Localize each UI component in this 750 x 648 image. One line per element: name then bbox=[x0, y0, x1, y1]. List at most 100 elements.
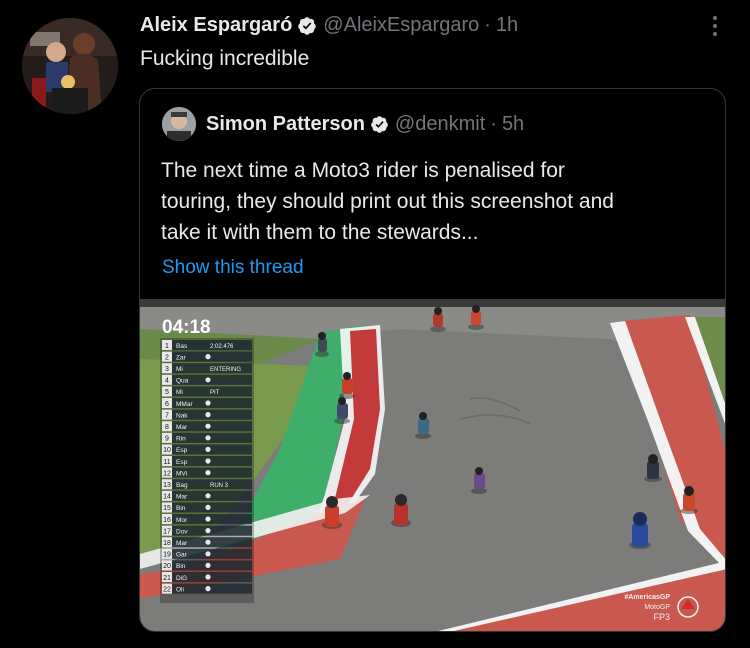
standings-row: 21 DiG bbox=[162, 572, 252, 583]
tweet-timestamp[interactable]: 1h bbox=[496, 14, 518, 37]
standings-position: 19 bbox=[163, 552, 171, 559]
standings-rider: Mar bbox=[176, 424, 188, 431]
separator-dot: · bbox=[490, 113, 497, 135]
standings-position: 22 bbox=[163, 586, 171, 593]
standings-position: 7 bbox=[165, 412, 169, 419]
logo-session: FP3 bbox=[653, 612, 670, 622]
standings-row: 14 Mar bbox=[162, 490, 252, 501]
standings-row: 17 Dov bbox=[162, 525, 252, 536]
standings-row: 15 Bin bbox=[162, 502, 252, 513]
standings-position: 6 bbox=[165, 401, 169, 408]
standings-row: 2 Zar bbox=[162, 351, 252, 362]
tyre-icon bbox=[205, 458, 211, 464]
quoted-tweet-header: Simon Patterson @denkmit · 5h bbox=[206, 113, 524, 136]
quoted-avatar-photo bbox=[162, 107, 196, 141]
tweet-header: Aleix Espargaró @AleixEspargaro · 1h bbox=[140, 14, 518, 37]
quoted-tweet-text: The next time a Moto3 rider is penalised… bbox=[161, 159, 614, 244]
standings-rider: Bin bbox=[176, 505, 186, 512]
standings-status: PIT bbox=[210, 390, 220, 396]
separator-dot: · bbox=[484, 14, 491, 36]
logo-motogp: MotoGP bbox=[644, 604, 670, 611]
standings-rider: DiG bbox=[176, 575, 187, 582]
standings-position: 10 bbox=[163, 447, 171, 454]
standings-row: 6 MMar bbox=[162, 398, 252, 409]
standings-rider: Mi bbox=[176, 389, 183, 396]
tyre-icon bbox=[205, 412, 211, 418]
standings-row: 20 Bin bbox=[162, 560, 252, 571]
avatar-photo bbox=[22, 18, 118, 114]
standings-row: 19 Gar bbox=[162, 548, 252, 559]
standings-position: 12 bbox=[163, 470, 171, 477]
tyre-icon bbox=[205, 493, 211, 499]
standings-position: 18 bbox=[163, 540, 171, 547]
tyre-icon bbox=[205, 377, 211, 383]
standings-row: 18 Mar bbox=[162, 537, 252, 548]
standings-row: 3 Mi ENTERING bbox=[162, 363, 252, 374]
tyre-icon bbox=[205, 562, 211, 568]
standings-rider: Esp bbox=[176, 459, 188, 466]
standings-rider: Mi bbox=[176, 366, 183, 373]
standings-rider: Gar bbox=[176, 552, 188, 559]
standings-position: 3 bbox=[165, 366, 169, 373]
quoted-tweet[interactable]: Simon Patterson @denkmit · 5h The next t… bbox=[139, 88, 726, 632]
author-name[interactable]: Aleix Espargaró bbox=[140, 14, 292, 37]
logo-hashtag: #AmericasGP bbox=[624, 594, 670, 601]
standings-position: 9 bbox=[165, 436, 169, 443]
standings-row: 13 Bag RUN 3 bbox=[162, 479, 252, 490]
standings-row: 22 Oli bbox=[162, 583, 252, 594]
standings-status: RUN 3 bbox=[210, 483, 229, 489]
standings-position: 16 bbox=[163, 517, 171, 524]
tyre-icon bbox=[205, 400, 211, 406]
author-avatar[interactable] bbox=[22, 18, 118, 114]
standings-row: 10 Esp bbox=[162, 444, 252, 455]
standings-rider: Bag bbox=[176, 482, 188, 489]
author-handle[interactable]: @AleixEspargaro bbox=[323, 14, 479, 37]
standings-row: 5 Mi PIT bbox=[162, 386, 252, 397]
verified-badge-icon bbox=[298, 16, 317, 35]
standings-rider: Dov bbox=[176, 528, 188, 535]
standings-rider: MVi bbox=[176, 470, 187, 477]
quoted-author-name[interactable]: Simon Patterson bbox=[206, 113, 365, 136]
standings-position: 13 bbox=[163, 482, 171, 489]
standings-row: 11 Esp bbox=[162, 456, 252, 467]
standings-row: 12 MVi bbox=[162, 467, 252, 478]
tyre-icon bbox=[205, 516, 211, 522]
standings-position: 11 bbox=[163, 459, 170, 466]
more-options-icon[interactable] bbox=[704, 12, 726, 40]
tyre-icon bbox=[205, 586, 211, 592]
quoted-author-avatar[interactable] bbox=[162, 107, 196, 141]
standings-rider: Mar bbox=[176, 494, 188, 501]
standings-position: 8 bbox=[165, 424, 169, 431]
tyre-icon bbox=[205, 528, 211, 534]
session-timer: 04:18 bbox=[162, 317, 211, 338]
standings-row: 16 Mor bbox=[162, 514, 252, 525]
standings-status: ENTERING bbox=[210, 367, 241, 373]
tyre-icon bbox=[205, 539, 211, 545]
show-thread-link[interactable]: Show this thread bbox=[162, 257, 304, 279]
standings-rider: Oli bbox=[176, 586, 184, 593]
standings-position: 1 bbox=[165, 343, 169, 350]
standings-rider: Qua bbox=[176, 378, 189, 385]
standings-position: 20 bbox=[163, 563, 171, 570]
tyre-icon bbox=[205, 446, 211, 452]
quoted-timestamp[interactable]: 5h bbox=[502, 113, 524, 136]
standings-position: 4 bbox=[165, 378, 169, 385]
tyre-icon bbox=[205, 354, 211, 360]
standings-rider: Bin bbox=[176, 563, 186, 570]
standings-rider: Mor bbox=[176, 517, 188, 524]
standings-rider: Bas bbox=[176, 343, 188, 350]
standings-rider: Esp bbox=[176, 447, 188, 454]
standings-row: 9 Rin bbox=[162, 432, 252, 443]
tyre-icon bbox=[205, 574, 211, 580]
standings-row: 4 Qua bbox=[162, 374, 252, 385]
standings-row: 8 Mar bbox=[162, 421, 252, 432]
quoted-author-handle[interactable]: @denkmit bbox=[395, 113, 485, 136]
standings-rider: MMar bbox=[176, 401, 193, 408]
race-screenshot-image[interactable]: 04:18 1 Bas 2:02.476 2 Zar 3 Mi ENTERING 4 Qua 5 Mi… bbox=[140, 299, 725, 631]
standings-row: 1 Bas 2:02.476 bbox=[162, 340, 252, 351]
tweet-text: Fucking incredible bbox=[140, 47, 310, 70]
standings-status: 2:02.476 bbox=[210, 344, 234, 350]
tyre-icon bbox=[205, 423, 211, 429]
standings-position: 15 bbox=[163, 505, 171, 512]
tyre-icon bbox=[205, 551, 211, 557]
